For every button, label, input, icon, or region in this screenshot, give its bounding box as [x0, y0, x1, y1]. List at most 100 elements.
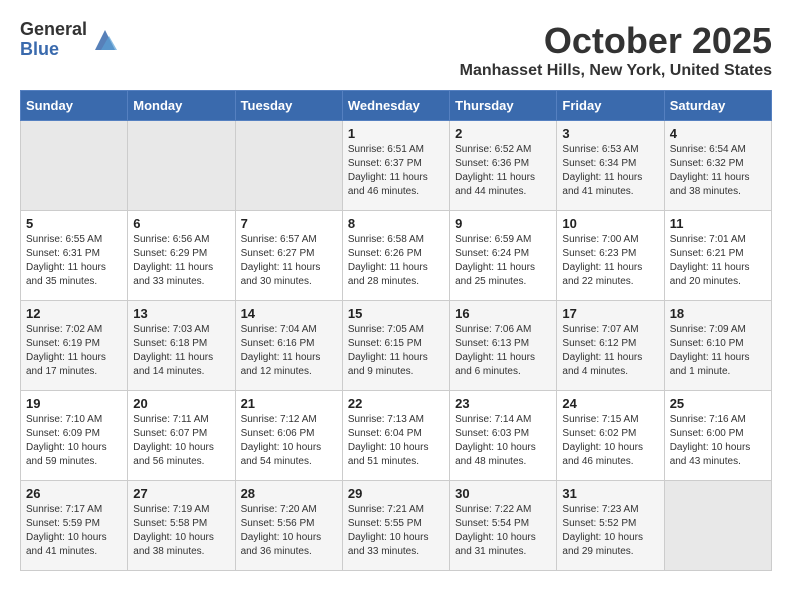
day-number: 2 — [455, 126, 551, 141]
day-number: 10 — [562, 216, 658, 231]
day-info: Sunrise: 6:55 AM Sunset: 6:31 PM Dayligh… — [26, 233, 122, 289]
col-thursday: Thursday — [450, 91, 557, 121]
col-tuesday: Tuesday — [235, 91, 342, 121]
day-info: Sunrise: 7:20 AM Sunset: 5:56 PM Dayligh… — [241, 503, 337, 559]
calendar-cell: 30 Sunrise: 7:22 AM Sunset: 5:54 PM Dayli… — [450, 481, 557, 571]
calendar-cell: 8 Sunrise: 6:58 AM Sunset: 6:26 PM Daylig… — [342, 211, 449, 301]
calendar-cell: 5 Sunrise: 6:55 AM Sunset: 6:31 PM Daylig… — [21, 211, 128, 301]
calendar-cell: 9Sunrise: 6:59 AM Sunset: 6:24 PM Daylig… — [450, 211, 557, 301]
day-number: 23 — [455, 396, 551, 411]
day-info: Sunrise: 7:01 AM Sunset: 6:21 PM Dayligh… — [670, 233, 766, 289]
day-number: 26 — [26, 486, 122, 501]
day-info: Sunrise: 7:05 AM Sunset: 6:15 PM Dayligh… — [348, 323, 444, 379]
col-monday: Monday — [128, 91, 235, 121]
calendar-cell: 20Sunrise: 7:11 AM Sunset: 6:07 PM Dayli… — [128, 391, 235, 481]
calendar-body: 1Sunrise: 6:51 AM Sunset: 6:37 PM Daylig… — [21, 121, 772, 571]
calendar-week-row: 5 Sunrise: 6:55 AM Sunset: 6:31 PM Daylig… — [21, 211, 772, 301]
day-info: Sunrise: 7:13 AM Sunset: 6:04 PM Dayligh… — [348, 413, 444, 469]
calendar-cell: 24 Sunrise: 7:15 AM Sunset: 6:02 PM Dayli… — [557, 391, 664, 481]
calendar-cell — [664, 481, 771, 571]
calendar-cell: 10 Sunrise: 7:00 AM Sunset: 6:23 PM Dayli… — [557, 211, 664, 301]
day-info: Sunrise: 6:54 AM Sunset: 6:32 PM Dayligh… — [670, 143, 766, 199]
day-number: 1 — [348, 126, 444, 141]
logo-general-text: General — [20, 20, 87, 40]
calendar-cell: 3Sunrise: 6:53 AM Sunset: 6:34 PM Daylig… — [557, 121, 664, 211]
day-number: 18 — [670, 306, 766, 321]
day-number: 30 — [455, 486, 551, 501]
day-info: Sunrise: 7:10 AM Sunset: 6:09 PM Dayligh… — [26, 413, 122, 469]
day-number: 14 — [241, 306, 337, 321]
calendar-cell: 31 Sunrise: 7:23 AM Sunset: 5:52 PM Dayli… — [557, 481, 664, 571]
calendar-cell: 14Sunrise: 7:04 AM Sunset: 6:16 PM Dayli… — [235, 301, 342, 391]
header-row: Sunday Monday Tuesday Wednesday Thursday… — [21, 91, 772, 121]
day-info: Sunrise: 7:14 AM Sunset: 6:03 PM Dayligh… — [455, 413, 551, 469]
day-info: Sunrise: 6:57 AM Sunset: 6:27 PM Dayligh… — [241, 233, 337, 289]
page-header: General Blue October 2025 Manhasset Hill… — [20, 20, 772, 80]
calendar-cell: 23 Sunrise: 7:14 AM Sunset: 6:03 PM Dayli… — [450, 391, 557, 481]
day-number: 5 — [26, 216, 122, 231]
day-info: Sunrise: 7:21 AM Sunset: 5:55 PM Dayligh… — [348, 503, 444, 559]
calendar-cell: 25Sunrise: 7:16 AM Sunset: 6:00 PM Dayli… — [664, 391, 771, 481]
day-info: Sunrise: 6:58 AM Sunset: 6:26 PM Dayligh… — [348, 233, 444, 289]
calendar-cell: 17 Sunrise: 7:07 AM Sunset: 6:12 PM Dayli… — [557, 301, 664, 391]
day-number: 7 — [241, 216, 337, 231]
col-saturday: Saturday — [664, 91, 771, 121]
col-wednesday: Wednesday — [342, 91, 449, 121]
day-number: 24 — [562, 396, 658, 411]
calendar-cell: 1Sunrise: 6:51 AM Sunset: 6:37 PM Daylig… — [342, 121, 449, 211]
day-info: Sunrise: 7:02 AM Sunset: 6:19 PM Dayligh… — [26, 323, 122, 379]
calendar-cell: 4Sunrise: 6:54 AM Sunset: 6:32 PM Daylig… — [664, 121, 771, 211]
day-number: 8 — [348, 216, 444, 231]
day-info: Sunrise: 7:00 AM Sunset: 6:23 PM Dayligh… — [562, 233, 658, 289]
calendar-cell: 26 Sunrise: 7:17 AM Sunset: 5:59 PM Dayli… — [21, 481, 128, 571]
calendar-cell: 11 Sunrise: 7:01 AM Sunset: 6:21 PM Dayli… — [664, 211, 771, 301]
day-number: 9 — [455, 216, 551, 231]
col-sunday: Sunday — [21, 91, 128, 121]
calendar-table: Sunday Monday Tuesday Wednesday Thursday… — [20, 90, 772, 571]
day-info: Sunrise: 7:06 AM Sunset: 6:13 PM Dayligh… — [455, 323, 551, 379]
day-info: Sunrise: 7:22 AM Sunset: 5:54 PM Dayligh… — [455, 503, 551, 559]
calendar-cell: 12 Sunrise: 7:02 AM Sunset: 6:19 PM Dayli… — [21, 301, 128, 391]
calendar-cell — [128, 121, 235, 211]
calendar-cell: 6 Sunrise: 6:56 AM Sunset: 6:29 PM Daylig… — [128, 211, 235, 301]
day-number: 19 — [26, 396, 122, 411]
day-info: Sunrise: 7:12 AM Sunset: 6:06 PM Dayligh… — [241, 413, 337, 469]
day-info: Sunrise: 7:07 AM Sunset: 6:12 PM Dayligh… — [562, 323, 658, 379]
day-info: Sunrise: 7:23 AM Sunset: 5:52 PM Dayligh… — [562, 503, 658, 559]
day-number: 15 — [348, 306, 444, 321]
calendar-cell: 15 Sunrise: 7:05 AM Sunset: 6:15 PM Dayli… — [342, 301, 449, 391]
calendar-cell: 29 Sunrise: 7:21 AM Sunset: 5:55 PM Dayli… — [342, 481, 449, 571]
day-number: 16 — [455, 306, 551, 321]
logo-blue-text: Blue — [20, 40, 87, 60]
day-info: Sunrise: 7:11 AM Sunset: 6:07 PM Dayligh… — [133, 413, 229, 469]
day-info: Sunrise: 7:17 AM Sunset: 5:59 PM Dayligh… — [26, 503, 122, 559]
calendar-cell: 22Sunrise: 7:13 AM Sunset: 6:04 PM Dayli… — [342, 391, 449, 481]
day-number: 3 — [562, 126, 658, 141]
logo: General Blue — [20, 20, 119, 60]
day-number: 29 — [348, 486, 444, 501]
day-number: 17 — [562, 306, 658, 321]
day-number: 6 — [133, 216, 229, 231]
day-number: 11 — [670, 216, 766, 231]
calendar-cell: 28Sunrise: 7:20 AM Sunset: 5:56 PM Dayli… — [235, 481, 342, 571]
title-area: October 2025 Manhasset Hills, New York, … — [460, 20, 772, 80]
day-info: Sunrise: 7:16 AM Sunset: 6:00 PM Dayligh… — [670, 413, 766, 469]
calendar-cell: 2 Sunrise: 6:52 AM Sunset: 6:36 PM Daylig… — [450, 121, 557, 211]
calendar-cell: 19 Sunrise: 7:10 AM Sunset: 6:09 PM Dayli… — [21, 391, 128, 481]
day-info: Sunrise: 7:09 AM Sunset: 6:10 PM Dayligh… — [670, 323, 766, 379]
location: Manhasset Hills, New York, United States — [460, 62, 772, 80]
calendar-cell: 18 Sunrise: 7:09 AM Sunset: 6:10 PM Dayli… — [664, 301, 771, 391]
calendar-cell: 13Sunrise: 7:03 AM Sunset: 6:18 PM Dayli… — [128, 301, 235, 391]
day-info: Sunrise: 6:56 AM Sunset: 6:29 PM Dayligh… — [133, 233, 229, 289]
day-info: Sunrise: 6:52 AM Sunset: 6:36 PM Dayligh… — [455, 143, 551, 199]
day-number: 12 — [26, 306, 122, 321]
day-number: 31 — [562, 486, 658, 501]
col-friday: Friday — [557, 91, 664, 121]
day-info: Sunrise: 7:15 AM Sunset: 6:02 PM Dayligh… — [562, 413, 658, 469]
day-number: 21 — [241, 396, 337, 411]
calendar-week-row: 19 Sunrise: 7:10 AM Sunset: 6:09 PM Dayli… — [21, 391, 772, 481]
day-info: Sunrise: 7:03 AM Sunset: 6:18 PM Dayligh… — [133, 323, 229, 379]
calendar-cell — [235, 121, 342, 211]
day-number: 27 — [133, 486, 229, 501]
calendar-cell — [21, 121, 128, 211]
